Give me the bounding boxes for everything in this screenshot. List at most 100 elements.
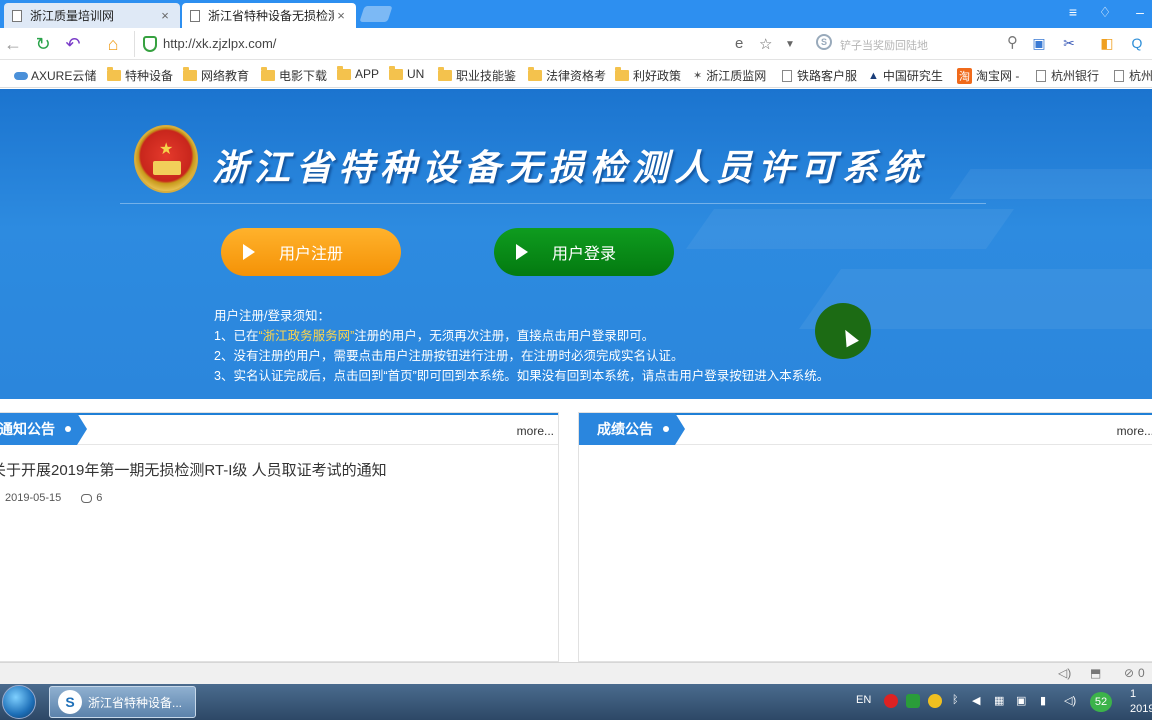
more-link[interactable]: more...	[517, 424, 554, 438]
home-icon[interactable]: ⌂	[102, 33, 124, 55]
bookmark-hzbank[interactable]: 杭州银行	[1036, 67, 1099, 84]
bookmark-folder[interactable]: 电影下载	[261, 67, 327, 84]
back-icon[interactable]: ←	[2, 33, 24, 55]
bookmark-folder[interactable]: 职业技能鉴	[438, 67, 516, 84]
login-label: 用户登录	[552, 246, 617, 263]
network-icon[interactable]: ▮	[1040, 694, 1046, 707]
more-link[interactable]: more...	[1117, 424, 1152, 438]
notice-line-1: 1、已在“浙江政务服务网”注册的用户，无须再次注册，直接点击用户登录即可。	[214, 329, 655, 343]
bookmark-axure[interactable]: AXURE云储	[14, 67, 96, 84]
translate-icon[interactable]: Q	[1128, 33, 1146, 53]
bookmark-railway[interactable]: 铁路客户服	[782, 67, 857, 84]
emblem-icon: ✶	[693, 70, 703, 82]
arrow-right-icon	[516, 244, 528, 260]
login-button[interactable]: 用户登录	[494, 228, 674, 276]
bookmark-folder[interactable]: APP	[337, 65, 379, 81]
search-input[interactable]: 铲子当奖励回陆地	[840, 37, 928, 53]
bookmark-chinayz[interactable]: ▲ 中国研究生	[868, 67, 943, 84]
zjzwfw-link[interactable]: “浙江政务服务网”	[258, 329, 354, 343]
bookmark-folder[interactable]: 利好政策	[615, 67, 681, 84]
speaker-icon[interactable]: ◁)	[1064, 694, 1076, 707]
gate-icon	[153, 161, 181, 175]
system-clock[interactable]: 1 2019	[1130, 687, 1152, 717]
bookmark-folder[interactable]: UN	[389, 65, 424, 81]
plus-icon[interactable]	[928, 694, 942, 708]
star-icon[interactable]: ☆	[759, 35, 772, 53]
undo-icon[interactable]: ↶	[62, 33, 84, 55]
panel-title: 通知公告	[0, 413, 87, 445]
skin-icon[interactable]: ♢	[1095, 4, 1115, 21]
chevron-down-icon[interactable]: ▼	[785, 39, 795, 50]
taskbar-item-label: 浙江省特种设备...	[88, 695, 183, 710]
folder-icon	[528, 67, 542, 81]
decor-stripe	[949, 169, 1152, 199]
taobao-icon: 淘	[957, 67, 972, 84]
folder-icon	[107, 67, 121, 81]
dot-icon	[663, 426, 669, 432]
notice-heading: 用户注册/登录须知：	[214, 309, 330, 323]
address-bar[interactable]: http://xk.zjzlpx.com/ e ☆ ▼	[134, 31, 804, 57]
panel-header: 通知公告 more...	[0, 413, 558, 445]
folder-icon	[183, 67, 197, 81]
volume-alert-icon[interactable]: ◀	[972, 694, 980, 707]
page-icon	[190, 9, 200, 22]
notice-panel: 通知公告 more... 关于开展2019年第一期无损检测RT-I级 人员取证考…	[0, 412, 559, 662]
folder-icon	[438, 67, 452, 81]
shield-icon[interactable]	[906, 694, 920, 708]
new-tab-button[interactable]	[359, 6, 393, 22]
search-engine-icon[interactable]: S	[816, 34, 832, 50]
news-item-title[interactable]: 关于开展2019年第一期无损检测RT-I级 人员取证考试的通知	[0, 459, 387, 480]
record-icon[interactable]	[884, 694, 898, 708]
bookmark-folder[interactable]: 特种设备	[107, 67, 173, 84]
browser-status-bar: ◁) ⬒ ⊘ 0	[0, 662, 1152, 684]
speaker-icon[interactable]: ◁)	[1058, 666, 1071, 680]
tab-label: 浙江质量培训网	[30, 9, 115, 23]
scissors-icon[interactable]: ✂	[1060, 33, 1078, 53]
tab-active[interactable]: 浙江省特种设备无损检测 ×	[182, 3, 356, 28]
tab-label: 浙江省特种设备无损检测	[208, 9, 334, 23]
search-icon[interactable]: ⚲	[1007, 33, 1018, 51]
adblock-count: 0	[1138, 666, 1145, 680]
notice-line-3: 3、实名认证完成后，点击回到“首页”即可回到本系统。如果没有回到本系统，请点击用…	[214, 369, 830, 383]
bookmark-taobao[interactable]: 淘淘宝网 -	[957, 67, 1019, 84]
adblock-icon[interactable]: ⊘	[1124, 666, 1134, 680]
dot-icon	[65, 426, 71, 432]
arrow-right-icon	[243, 244, 255, 260]
hero-banner: ★ 浙江省特种设备无损检测人员许可系统 用户注册 用户登录 用户注册/登录须知：…	[0, 89, 1152, 399]
taskbar-browser-item[interactable]: S 浙江省特种设备...	[49, 686, 196, 718]
panel-title: 成绩公告	[579, 413, 685, 445]
display-icon[interactable]: ▦	[994, 694, 1004, 707]
close-icon[interactable]: ×	[158, 8, 172, 23]
page-icon	[1114, 69, 1124, 82]
app-tray-icon[interactable]: ▣	[1016, 694, 1026, 707]
search-box[interactable]: S 铲子当奖励回陆地 ⚲	[808, 32, 1018, 56]
extension-icon[interactable]: ◧	[1098, 33, 1116, 53]
bookmark-folder[interactable]: 法律资格考	[528, 67, 606, 84]
bluetooth-icon[interactable]: ᛒ	[952, 694, 959, 706]
ie-mode-icon[interactable]: e	[735, 35, 743, 52]
folder-icon	[337, 65, 351, 80]
close-icon[interactable]: ×	[334, 8, 348, 23]
register-button[interactable]: 用户注册	[221, 228, 401, 276]
browser-icon: S	[58, 690, 82, 714]
menu-icon[interactable]: ≡	[1063, 4, 1083, 20]
browser-tab-bar: 浙江质量培训网 × 浙江省特种设备无损检测 × ≡ ♢ –	[0, 0, 1152, 28]
start-button[interactable]	[2, 685, 36, 719]
download-icon[interactable]: ⬒	[1090, 666, 1101, 680]
news-date: 2019-05-15	[5, 492, 62, 504]
bookmark-hz[interactable]: 杭州	[1114, 67, 1152, 84]
bookmark-zjzj[interactable]: ✶ 浙江质监网	[693, 67, 766, 84]
bookmarks-bar: AXURE云储 特种设备 网络教育 电影下载 APP UN 职业技能鉴 法律资格…	[0, 60, 1152, 88]
shield-icon	[143, 36, 157, 52]
app-icon[interactable]: ▣	[1030, 33, 1048, 53]
tab-zjzlpx[interactable]: 浙江质量培训网 ×	[4, 3, 180, 28]
minimize-icon[interactable]: –	[1130, 4, 1150, 20]
url-text[interactable]: http://xk.zjzlpx.com/	[163, 36, 276, 51]
refresh-icon[interactable]: ↻	[32, 33, 54, 55]
site-title: 浙江省特种设备无损检测人员许可系统	[212, 148, 927, 189]
login-notice: 用户注册/登录须知： 1、已在“浙江政务服务网”注册的用户，无须再次注册，直接点…	[214, 306, 829, 386]
page-icon	[782, 69, 792, 82]
language-indicator[interactable]: EN	[856, 694, 871, 706]
bookmark-folder[interactable]: 网络教育	[183, 67, 249, 84]
notification-badge[interactable]: 52	[1090, 692, 1112, 712]
